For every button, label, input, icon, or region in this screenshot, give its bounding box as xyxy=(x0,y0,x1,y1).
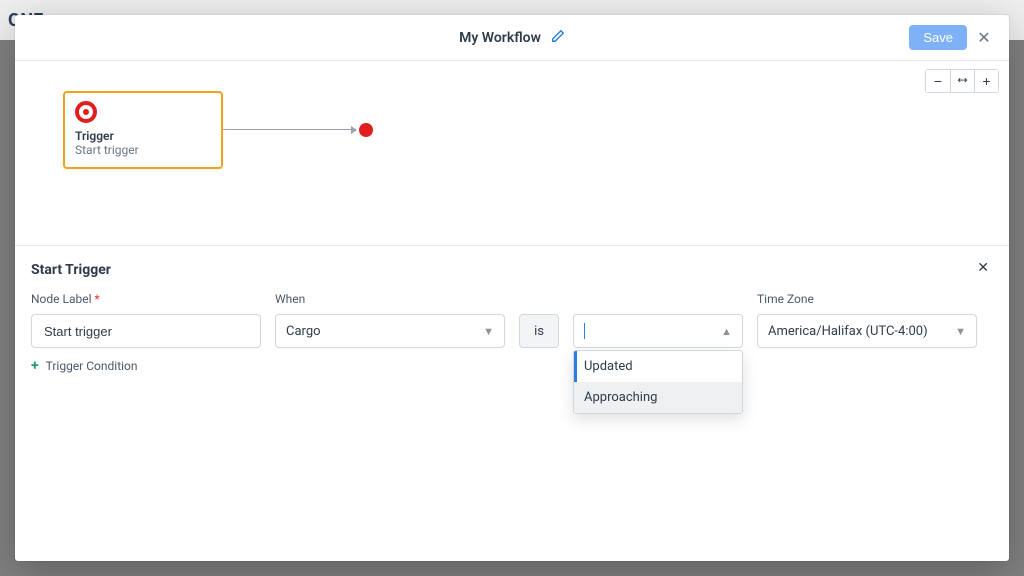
save-button[interactable]: Save xyxy=(909,25,967,50)
panel-close-button[interactable]: ✕ xyxy=(971,258,995,277)
workflow-title: My Workflow xyxy=(459,30,541,46)
trigger-config-panel: Start Trigger ✕ Node Label* + Trigger Co… xyxy=(15,246,1009,561)
edit-title-icon[interactable] xyxy=(551,29,565,47)
dropdown-option-updated[interactable]: Updated xyxy=(574,351,742,382)
timezone-label: Time Zone xyxy=(757,292,977,308)
label-text: Node Label xyxy=(31,292,92,306)
operator-field: is xyxy=(519,292,559,348)
chevron-down-icon: ▼ xyxy=(483,325,494,338)
add-condition-label: Trigger Condition xyxy=(46,359,138,373)
edge-arrow xyxy=(223,129,355,130)
operator-spacer xyxy=(519,292,559,308)
zoom-out-button[interactable]: − xyxy=(926,70,950,92)
condition-dropdown: Updated Approaching xyxy=(573,350,743,414)
timezone-select[interactable]: America/Halifax (UTC-4:00) ▼ xyxy=(757,314,977,348)
when-label: When xyxy=(275,292,505,308)
when-value: Cargo xyxy=(286,324,321,339)
timezone-value: America/Halifax (UTC-4:00) xyxy=(768,324,928,339)
trigger-form-row: Node Label* + Trigger Condition When Car… xyxy=(31,292,993,374)
node-label-input-wrap xyxy=(31,314,261,348)
node-label-input[interactable] xyxy=(42,323,250,340)
dropdown-option-approaching[interactable]: Approaching xyxy=(574,382,742,413)
zoom-in-button[interactable]: + xyxy=(974,70,998,92)
panel-title: Start Trigger xyxy=(31,262,993,278)
edge-endpoint-icon[interactable] xyxy=(359,123,373,137)
workflow-canvas[interactable]: − + Trigger Start trigger xyxy=(15,61,1009,246)
trigger-node[interactable]: Trigger Start trigger xyxy=(63,91,223,169)
modal-header: My Workflow Save ✕ xyxy=(15,15,1009,61)
operator-box: is xyxy=(519,314,559,348)
zoom-reset-button[interactable] xyxy=(950,70,974,92)
workflow-modal: My Workflow Save ✕ − + Trigger Start tri… xyxy=(15,15,1009,561)
trigger-ring-icon xyxy=(75,101,97,123)
node-title: Trigger xyxy=(75,129,211,143)
chevron-up-icon: ▲ xyxy=(721,325,732,338)
add-trigger-condition-button[interactable]: + Trigger Condition xyxy=(31,358,261,374)
node-label-label: Node Label* xyxy=(31,292,261,308)
condition-value-field: ▲ Updated Approaching xyxy=(573,292,743,348)
chevron-down-icon: ▼ xyxy=(955,325,966,338)
required-asterisk-icon: * xyxy=(95,292,100,306)
when-select[interactable]: Cargo ▼ xyxy=(275,314,505,348)
text-cursor-icon xyxy=(584,323,585,339)
plus-icon: + xyxy=(31,358,39,374)
zoom-controls: − + xyxy=(925,69,999,93)
close-icon: ✕ xyxy=(977,28,990,48)
node-subtitle: Start trigger xyxy=(75,143,211,157)
when-field: When Cargo ▼ xyxy=(275,292,505,348)
close-icon: ✕ xyxy=(977,259,989,275)
condition-spacer xyxy=(573,292,743,308)
close-modal-button[interactable]: ✕ xyxy=(971,25,997,51)
timezone-field: Time Zone America/Halifax (UTC-4:00) ▼ xyxy=(757,292,977,348)
condition-value-combobox[interactable]: ▲ xyxy=(573,314,743,348)
node-label-field: Node Label* + Trigger Condition xyxy=(31,292,261,374)
